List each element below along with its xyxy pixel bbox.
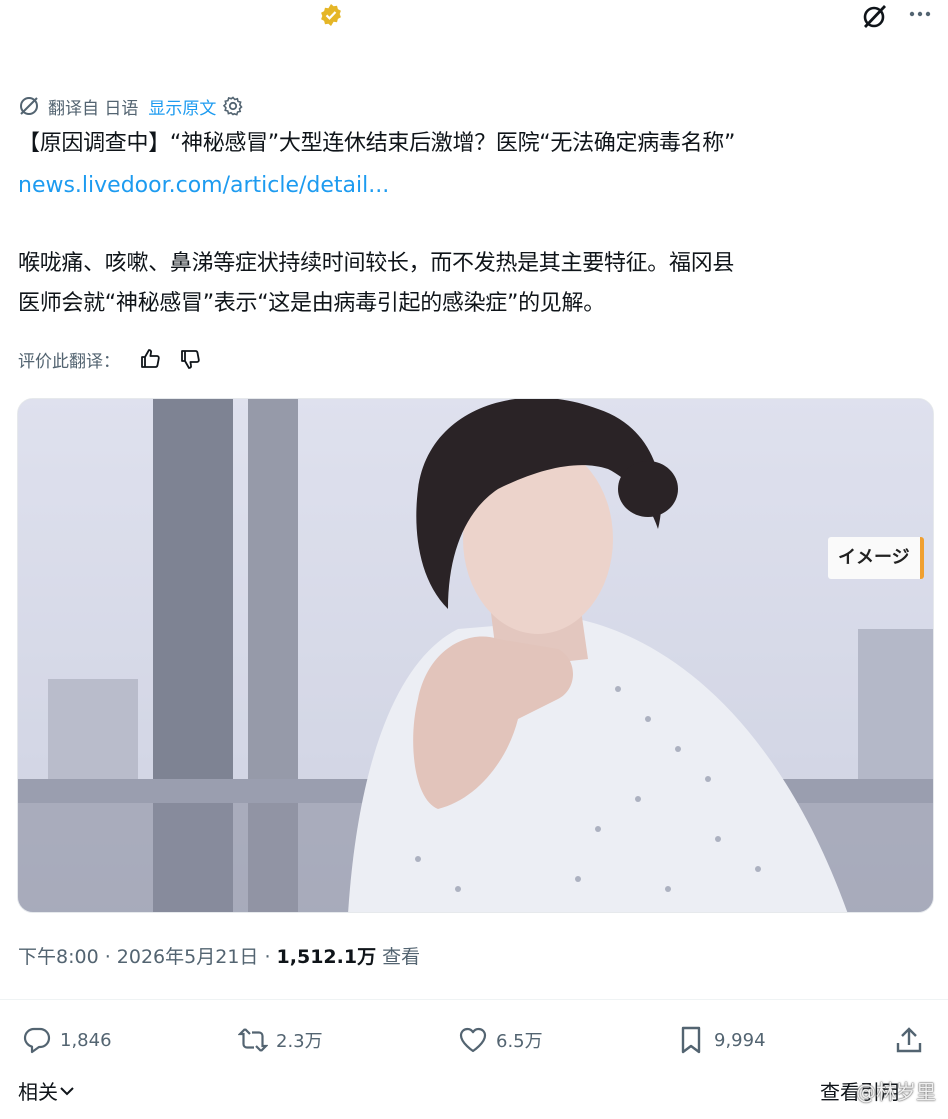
- thumbs-up-icon[interactable]: [138, 347, 162, 371]
- like-count: 6.5万: [496, 1031, 543, 1052]
- share-icon: [896, 1027, 922, 1053]
- thumbs-down-icon[interactable]: [178, 347, 202, 371]
- tweet-body-line: 喉咙痛、咳嗽、鼻涕等症状持续时间较长，而不发热是其主要特征。福冈县: [18, 251, 735, 276]
- photo-illustration: [18, 399, 933, 912]
- tweet-meta: 下午8:00 · 2026年5月21日 · 1,512.1万 查看: [18, 942, 420, 969]
- reply-button[interactable]: 1,846: [22, 1018, 112, 1062]
- bookmark-count: 9,994: [714, 1029, 766, 1051]
- more-icon[interactable]: [905, 0, 935, 28]
- share-button[interactable]: [894, 1018, 932, 1062]
- repost-button[interactable]: 2.3万: [238, 1018, 323, 1062]
- bookmark-button[interactable]: 9,994: [676, 1018, 766, 1062]
- tweet-title: 【原因调查中】“神秘感冒”大型连休结束后激增？医院“无法确定病毒名称”: [18, 131, 736, 156]
- watermark: @林岁里: [856, 1080, 936, 1104]
- bookmark-icon: [681, 1026, 701, 1054]
- show-original-link[interactable]: 显示原文: [148, 94, 216, 119]
- translated-from-label: 翻译自 日语: [48, 98, 139, 119]
- chevron-down-icon: [60, 1086, 74, 1095]
- related-dropdown[interactable]: 相关: [18, 1076, 76, 1105]
- grok-icon[interactable]: [860, 2, 890, 30]
- gear-icon[interactable]: [222, 95, 244, 117]
- translate-icon: [20, 97, 38, 115]
- heart-icon: [459, 1027, 487, 1053]
- action-bar: 1,846 2.3万 6.5万 9,994: [0, 1018, 948, 1062]
- repost-icon: [238, 1028, 268, 1052]
- translation-row: 翻译自 日语 显示原文: [18, 93, 244, 119]
- tweet-timestamp: 下午8:00 · 2026年5月21日 ·: [18, 946, 277, 968]
- repost-count: 2.3万: [276, 1031, 323, 1052]
- bottom-row: 相关 查看引用 @林岁里: [0, 1072, 948, 1112]
- rate-translation-label: 评价此翻译：: [18, 351, 120, 372]
- reply-count: 1,846: [60, 1029, 112, 1051]
- image-label-badge: イメージ: [828, 537, 924, 579]
- reply-icon: [23, 1027, 51, 1054]
- rate-translation-row: 评价此翻译：: [18, 344, 202, 374]
- tweet-photo[interactable]: イメージ: [17, 398, 934, 913]
- article-link[interactable]: news.livedoor.com/article/detail...: [18, 168, 389, 204]
- view-count-label: 查看: [376, 946, 421, 968]
- top-bar: [0, 0, 948, 40]
- view-count: 1,512.1万: [276, 946, 377, 968]
- tweet-body-line: 医师会就“神秘感冒”表示“这是由病毒引起的感染症”的见解。: [18, 291, 605, 316]
- tweet-body: 喉咙痛、咳嗽、鼻涕等症状持续时间较长，而不发热是其主要特征。福冈县 医师会就“神…: [18, 244, 938, 324]
- verified-badge-icon: [321, 4, 341, 26]
- like-button[interactable]: 6.5万: [458, 1018, 543, 1062]
- related-label: 相关: [18, 1080, 58, 1104]
- divider: [0, 999, 948, 1000]
